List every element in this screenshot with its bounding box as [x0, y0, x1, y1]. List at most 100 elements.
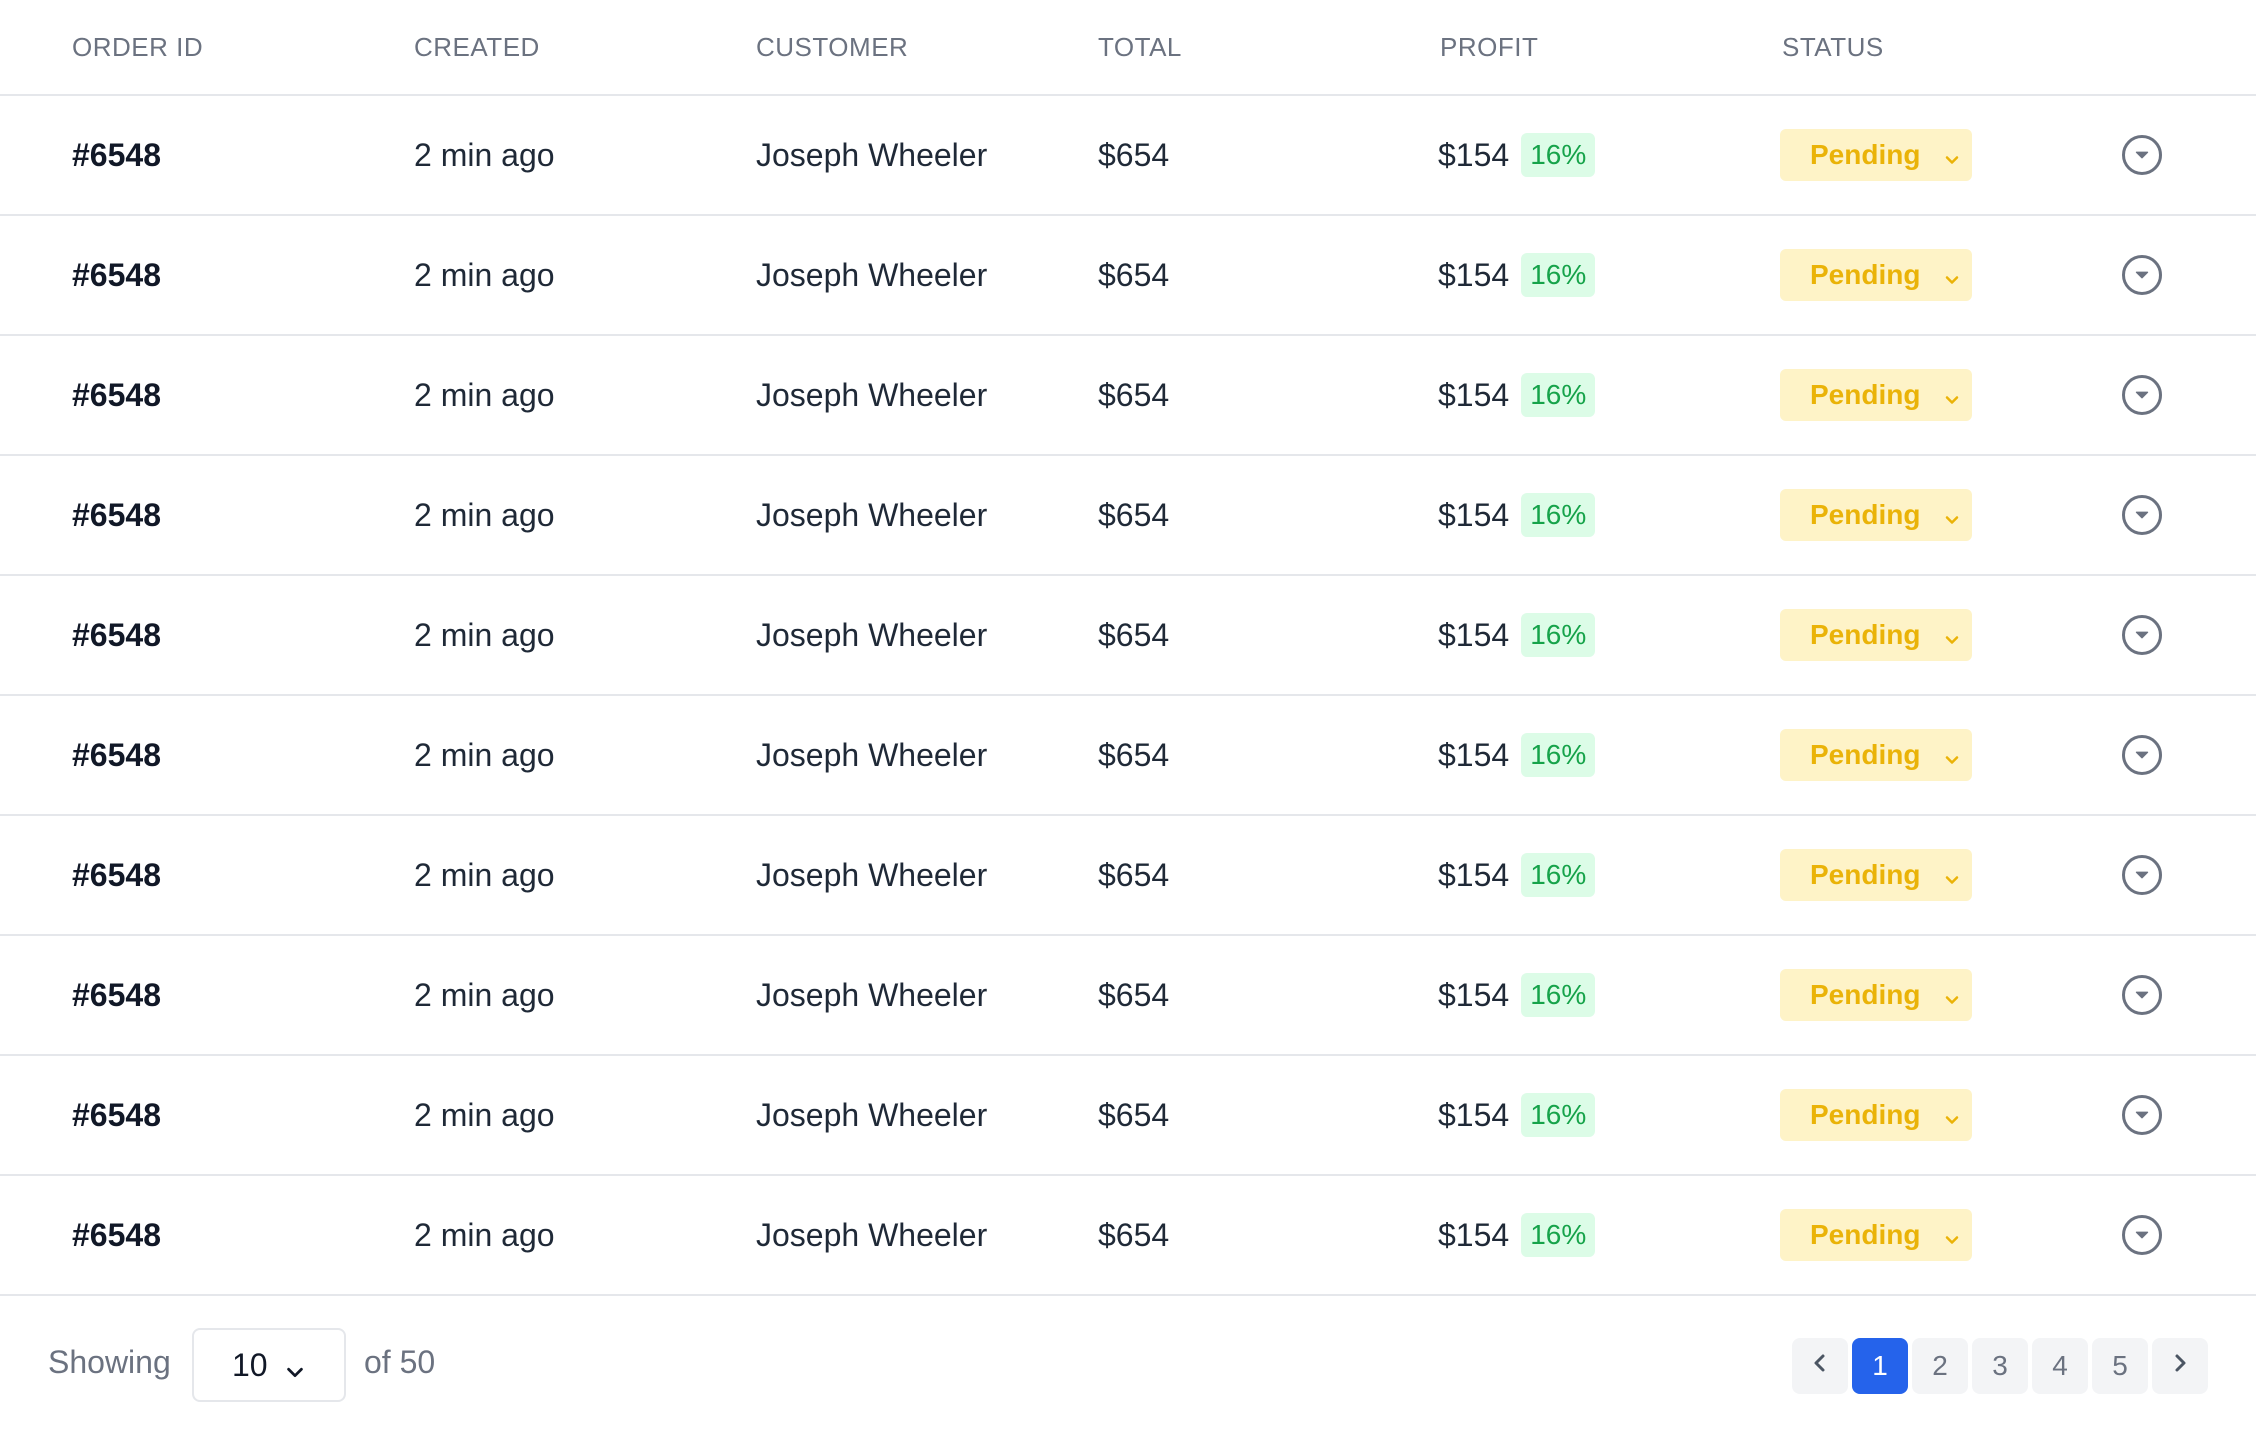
chevron-down-circle-icon[interactable]	[2122, 495, 2162, 535]
column-header-status[interactable]: STATUS	[1782, 32, 1884, 63]
customer-name: Joseph Wheeler	[756, 856, 988, 893]
chevron-down-circle-icon[interactable]	[2122, 615, 2162, 655]
order-id[interactable]: #6548	[72, 696, 161, 814]
table-row[interactable]: #6548 2 min ago Joseph Wheeler $654 $154…	[0, 816, 2256, 936]
status-label: Pending	[1810, 739, 1921, 770]
order-total: $654	[1098, 1096, 1170, 1133]
profit-percent-badge: 16%	[1521, 973, 1596, 1017]
page-size-select[interactable]: 10	[192, 1328, 346, 1402]
status-dropdown[interactable]: Pending	[1780, 1209, 1972, 1261]
table-row[interactable]: #6548 2 min ago Joseph Wheeler $654 $154…	[0, 696, 2256, 816]
customer-name: Joseph Wheeler	[756, 136, 988, 173]
chevron-down-circle-icon[interactable]	[2122, 375, 2162, 415]
status-cell: Pending	[1780, 456, 1972, 574]
status-cell: Pending	[1780, 576, 1972, 694]
table-row[interactable]: #6548 2 min ago Joseph Wheeler $654 $154…	[0, 1056, 2256, 1176]
chevron-down-icon	[1942, 745, 1962, 765]
order-id[interactable]: #6548	[72, 1056, 161, 1174]
profit-cell: $154 16%	[1438, 336, 1596, 454]
chevron-down-circle-icon[interactable]	[2122, 855, 2162, 895]
profit-cell: $154 16%	[1438, 456, 1596, 574]
table-header: ORDER ID CREATED CUSTOMER TOTAL PROFIT S…	[0, 0, 2256, 96]
page-button-4[interactable]: 4	[2032, 1338, 2088, 1394]
status-dropdown[interactable]: Pending	[1780, 969, 1972, 1021]
chevron-down-circle-icon[interactable]	[2122, 255, 2162, 295]
profit-cell: $154 16%	[1438, 1056, 1596, 1174]
status-cell: Pending	[1780, 1056, 1972, 1174]
table-row[interactable]: #6548 2 min ago Joseph Wheeler $654 $154…	[0, 336, 2256, 456]
customer-name: Joseph Wheeler	[756, 256, 988, 293]
profit-amount: $154	[1438, 736, 1510, 773]
profit-percent-badge: 16%	[1521, 373, 1596, 417]
chevron-down-icon	[1942, 985, 1962, 1005]
column-header-created[interactable]: CREATED	[414, 32, 540, 63]
row-action-cell	[2122, 936, 2162, 1054]
chevron-down-icon	[1942, 865, 1962, 885]
chevron-down-circle-icon[interactable]	[2122, 1215, 2162, 1255]
chevron-down-circle-icon[interactable]	[2122, 135, 2162, 175]
status-cell: Pending	[1780, 1176, 1972, 1294]
column-header-profit[interactable]: PROFIT	[1440, 32, 1538, 63]
status-cell: Pending	[1780, 216, 1972, 334]
order-id[interactable]: #6548	[72, 1176, 161, 1294]
customer-name: Joseph Wheeler	[756, 736, 988, 773]
order-id[interactable]: #6548	[72, 336, 161, 454]
page-button-1[interactable]: 1	[1852, 1338, 1908, 1394]
order-id[interactable]: #6548	[72, 816, 161, 934]
profit-cell: $154 16%	[1438, 216, 1596, 334]
prev-page-button[interactable]	[1792, 1338, 1848, 1394]
profit-amount: $154	[1438, 376, 1510, 413]
order-total: $654	[1098, 856, 1170, 893]
order-id[interactable]: #6548	[72, 576, 161, 694]
orders-table: ORDER ID CREATED CUSTOMER TOTAL PROFIT S…	[0, 0, 2256, 1296]
page-button-5[interactable]: 5	[2092, 1338, 2148, 1394]
table-row[interactable]: #6548 2 min ago Joseph Wheeler $654 $154…	[0, 576, 2256, 696]
status-dropdown[interactable]: Pending	[1780, 369, 1972, 421]
profit-percent-badge: 16%	[1521, 493, 1596, 537]
status-label: Pending	[1810, 259, 1921, 290]
status-label: Pending	[1810, 379, 1921, 410]
profit-percent-badge: 16%	[1521, 1093, 1596, 1137]
table-row[interactable]: #6548 2 min ago Joseph Wheeler $654 $154…	[0, 96, 2256, 216]
profit-amount: $154	[1438, 856, 1510, 893]
customer-name: Joseph Wheeler	[756, 616, 988, 653]
profit-cell: $154 16%	[1438, 936, 1596, 1054]
order-total: $654	[1098, 616, 1170, 653]
order-id[interactable]: #6548	[72, 456, 161, 574]
customer-name: Joseph Wheeler	[756, 1096, 988, 1133]
status-dropdown[interactable]: Pending	[1780, 609, 1972, 661]
order-id[interactable]: #6548	[72, 216, 161, 334]
table-row[interactable]: #6548 2 min ago Joseph Wheeler $654 $154…	[0, 936, 2256, 1056]
page-button-2[interactable]: 2	[1912, 1338, 1968, 1394]
profit-amount: $154	[1438, 976, 1510, 1013]
profit-percent-badge: 16%	[1521, 853, 1596, 897]
table-row[interactable]: #6548 2 min ago Joseph Wheeler $654 $154…	[0, 456, 2256, 576]
column-header-total[interactable]: TOTAL	[1098, 32, 1182, 63]
created-time: 2 min ago	[414, 1096, 555, 1133]
order-id[interactable]: #6548	[72, 96, 161, 214]
table-row[interactable]: #6548 2 min ago Joseph Wheeler $654 $154…	[0, 1176, 2256, 1296]
profit-percent-badge: 16%	[1521, 1213, 1596, 1257]
next-page-button[interactable]	[2152, 1338, 2208, 1394]
page-button-3[interactable]: 3	[1972, 1338, 2028, 1394]
created-time: 2 min ago	[414, 376, 555, 413]
chevron-down-circle-icon[interactable]	[2122, 975, 2162, 1015]
status-dropdown[interactable]: Pending	[1780, 849, 1972, 901]
status-dropdown[interactable]: Pending	[1780, 129, 1972, 181]
profit-cell: $154 16%	[1438, 96, 1596, 214]
status-dropdown[interactable]: Pending	[1780, 729, 1972, 781]
row-action-cell	[2122, 96, 2162, 214]
status-dropdown[interactable]: Pending	[1780, 489, 1972, 541]
chevron-down-icon	[1942, 265, 1962, 285]
status-dropdown[interactable]: Pending	[1780, 249, 1972, 301]
column-header-customer[interactable]: CUSTOMER	[756, 32, 908, 63]
status-dropdown[interactable]: Pending	[1780, 1089, 1972, 1141]
row-action-cell	[2122, 336, 2162, 454]
chevron-down-circle-icon[interactable]	[2122, 1095, 2162, 1135]
showing-label: Showing	[48, 1344, 171, 1380]
column-header-order-id[interactable]: ORDER ID	[72, 32, 203, 63]
order-id[interactable]: #6548	[72, 936, 161, 1054]
chevron-down-circle-icon[interactable]	[2122, 735, 2162, 775]
status-label: Pending	[1810, 619, 1921, 650]
table-row[interactable]: #6548 2 min ago Joseph Wheeler $654 $154…	[0, 216, 2256, 336]
